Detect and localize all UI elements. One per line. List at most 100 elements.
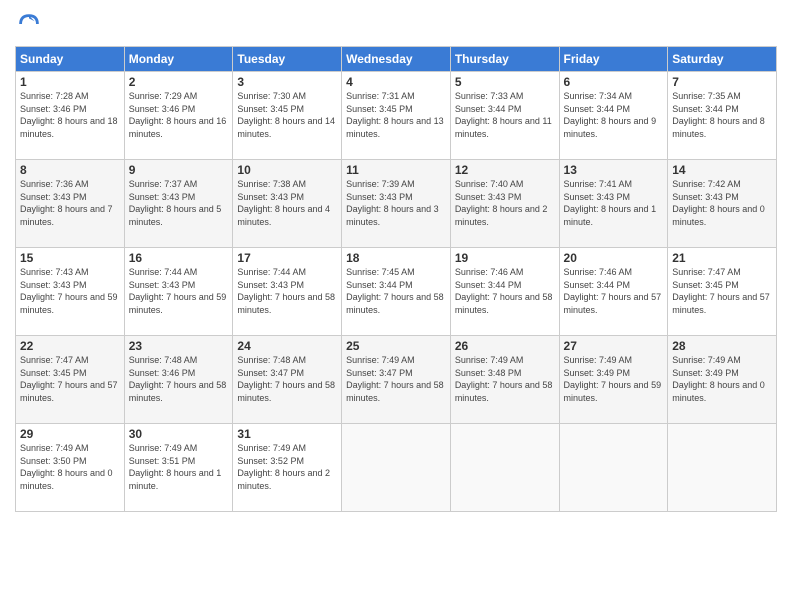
- weekday-row: SundayMondayTuesdayWednesdayThursdayFrid…: [16, 47, 777, 72]
- calendar-cell: 5Sunrise: 7:33 AMSunset: 3:44 PMDaylight…: [450, 72, 559, 160]
- day-number: 13: [564, 163, 664, 177]
- calendar-cell: 28Sunrise: 7:49 AMSunset: 3:49 PMDayligh…: [668, 336, 777, 424]
- day-number: 23: [129, 339, 229, 353]
- calendar-cell: 31Sunrise: 7:49 AMSunset: 3:52 PMDayligh…: [233, 424, 342, 512]
- calendar-cell: [668, 424, 777, 512]
- calendar-cell: 13Sunrise: 7:41 AMSunset: 3:43 PMDayligh…: [559, 160, 668, 248]
- day-info: Sunrise: 7:47 AMSunset: 3:45 PMDaylight:…: [672, 266, 772, 316]
- day-info: Sunrise: 7:46 AMSunset: 3:44 PMDaylight:…: [455, 266, 555, 316]
- day-info: Sunrise: 7:49 AMSunset: 3:50 PMDaylight:…: [20, 442, 120, 492]
- calendar-header: SundayMondayTuesdayWednesdayThursdayFrid…: [16, 47, 777, 72]
- day-number: 6: [564, 75, 664, 89]
- weekday-header: Wednesday: [342, 47, 451, 72]
- day-number: 20: [564, 251, 664, 265]
- day-number: 17: [237, 251, 337, 265]
- calendar-cell: 19Sunrise: 7:46 AMSunset: 3:44 PMDayligh…: [450, 248, 559, 336]
- calendar-cell: 12Sunrise: 7:40 AMSunset: 3:43 PMDayligh…: [450, 160, 559, 248]
- day-number: 5: [455, 75, 555, 89]
- calendar-cell: 9Sunrise: 7:37 AMSunset: 3:43 PMDaylight…: [124, 160, 233, 248]
- day-number: 22: [20, 339, 120, 353]
- page: SundayMondayTuesdayWednesdayThursdayFrid…: [0, 0, 792, 612]
- calendar-cell: 3Sunrise: 7:30 AMSunset: 3:45 PMDaylight…: [233, 72, 342, 160]
- day-info: Sunrise: 7:44 AMSunset: 3:43 PMDaylight:…: [129, 266, 229, 316]
- day-info: Sunrise: 7:49 AMSunset: 3:48 PMDaylight:…: [455, 354, 555, 404]
- logo-icon: [15, 10, 43, 38]
- day-info: Sunrise: 7:48 AMSunset: 3:46 PMDaylight:…: [129, 354, 229, 404]
- day-number: 27: [564, 339, 664, 353]
- calendar-body: 1Sunrise: 7:28 AMSunset: 3:46 PMDaylight…: [16, 72, 777, 512]
- day-info: Sunrise: 7:43 AMSunset: 3:43 PMDaylight:…: [20, 266, 120, 316]
- logo: [15, 10, 47, 38]
- weekday-header: Sunday: [16, 47, 125, 72]
- calendar-cell: 7Sunrise: 7:35 AMSunset: 3:44 PMDaylight…: [668, 72, 777, 160]
- day-number: 15: [20, 251, 120, 265]
- day-info: Sunrise: 7:33 AMSunset: 3:44 PMDaylight:…: [455, 90, 555, 140]
- day-info: Sunrise: 7:49 AMSunset: 3:51 PMDaylight:…: [129, 442, 229, 492]
- calendar-cell: 25Sunrise: 7:49 AMSunset: 3:47 PMDayligh…: [342, 336, 451, 424]
- day-info: Sunrise: 7:49 AMSunset: 3:49 PMDaylight:…: [564, 354, 664, 404]
- day-info: Sunrise: 7:38 AMSunset: 3:43 PMDaylight:…: [237, 178, 337, 228]
- day-number: 31: [237, 427, 337, 441]
- calendar-cell: 23Sunrise: 7:48 AMSunset: 3:46 PMDayligh…: [124, 336, 233, 424]
- calendar-week-row: 1Sunrise: 7:28 AMSunset: 3:46 PMDaylight…: [16, 72, 777, 160]
- calendar-cell: 15Sunrise: 7:43 AMSunset: 3:43 PMDayligh…: [16, 248, 125, 336]
- calendar-cell: 29Sunrise: 7:49 AMSunset: 3:50 PMDayligh…: [16, 424, 125, 512]
- day-info: Sunrise: 7:44 AMSunset: 3:43 PMDaylight:…: [237, 266, 337, 316]
- weekday-header: Friday: [559, 47, 668, 72]
- day-info: Sunrise: 7:49 AMSunset: 3:47 PMDaylight:…: [346, 354, 446, 404]
- weekday-header: Thursday: [450, 47, 559, 72]
- header: [15, 10, 777, 38]
- day-info: Sunrise: 7:29 AMSunset: 3:46 PMDaylight:…: [129, 90, 229, 140]
- calendar-cell: 8Sunrise: 7:36 AMSunset: 3:43 PMDaylight…: [16, 160, 125, 248]
- calendar-cell: 26Sunrise: 7:49 AMSunset: 3:48 PMDayligh…: [450, 336, 559, 424]
- calendar: SundayMondayTuesdayWednesdayThursdayFrid…: [15, 46, 777, 512]
- day-number: 11: [346, 163, 446, 177]
- day-number: 29: [20, 427, 120, 441]
- day-info: Sunrise: 7:45 AMSunset: 3:44 PMDaylight:…: [346, 266, 446, 316]
- weekday-header: Monday: [124, 47, 233, 72]
- day-number: 10: [237, 163, 337, 177]
- calendar-cell: 4Sunrise: 7:31 AMSunset: 3:45 PMDaylight…: [342, 72, 451, 160]
- weekday-header: Tuesday: [233, 47, 342, 72]
- day-number: 24: [237, 339, 337, 353]
- day-number: 18: [346, 251, 446, 265]
- calendar-cell: 6Sunrise: 7:34 AMSunset: 3:44 PMDaylight…: [559, 72, 668, 160]
- calendar-cell: 16Sunrise: 7:44 AMSunset: 3:43 PMDayligh…: [124, 248, 233, 336]
- calendar-week-row: 8Sunrise: 7:36 AMSunset: 3:43 PMDaylight…: [16, 160, 777, 248]
- day-info: Sunrise: 7:41 AMSunset: 3:43 PMDaylight:…: [564, 178, 664, 228]
- day-info: Sunrise: 7:49 AMSunset: 3:49 PMDaylight:…: [672, 354, 772, 404]
- day-info: Sunrise: 7:30 AMSunset: 3:45 PMDaylight:…: [237, 90, 337, 140]
- day-info: Sunrise: 7:37 AMSunset: 3:43 PMDaylight:…: [129, 178, 229, 228]
- calendar-cell: 11Sunrise: 7:39 AMSunset: 3:43 PMDayligh…: [342, 160, 451, 248]
- day-info: Sunrise: 7:49 AMSunset: 3:52 PMDaylight:…: [237, 442, 337, 492]
- calendar-cell: [342, 424, 451, 512]
- day-number: 26: [455, 339, 555, 353]
- calendar-week-row: 15Sunrise: 7:43 AMSunset: 3:43 PMDayligh…: [16, 248, 777, 336]
- calendar-cell: 2Sunrise: 7:29 AMSunset: 3:46 PMDaylight…: [124, 72, 233, 160]
- calendar-cell: [450, 424, 559, 512]
- day-info: Sunrise: 7:35 AMSunset: 3:44 PMDaylight:…: [672, 90, 772, 140]
- day-number: 25: [346, 339, 446, 353]
- day-info: Sunrise: 7:36 AMSunset: 3:43 PMDaylight:…: [20, 178, 120, 228]
- calendar-cell: 14Sunrise: 7:42 AMSunset: 3:43 PMDayligh…: [668, 160, 777, 248]
- calendar-cell: 22Sunrise: 7:47 AMSunset: 3:45 PMDayligh…: [16, 336, 125, 424]
- calendar-cell: 18Sunrise: 7:45 AMSunset: 3:44 PMDayligh…: [342, 248, 451, 336]
- day-number: 2: [129, 75, 229, 89]
- day-number: 9: [129, 163, 229, 177]
- calendar-cell: 21Sunrise: 7:47 AMSunset: 3:45 PMDayligh…: [668, 248, 777, 336]
- day-number: 30: [129, 427, 229, 441]
- day-number: 4: [346, 75, 446, 89]
- day-info: Sunrise: 7:48 AMSunset: 3:47 PMDaylight:…: [237, 354, 337, 404]
- calendar-cell: 20Sunrise: 7:46 AMSunset: 3:44 PMDayligh…: [559, 248, 668, 336]
- calendar-cell: 17Sunrise: 7:44 AMSunset: 3:43 PMDayligh…: [233, 248, 342, 336]
- day-number: 12: [455, 163, 555, 177]
- day-number: 3: [237, 75, 337, 89]
- day-info: Sunrise: 7:31 AMSunset: 3:45 PMDaylight:…: [346, 90, 446, 140]
- day-info: Sunrise: 7:42 AMSunset: 3:43 PMDaylight:…: [672, 178, 772, 228]
- day-number: 14: [672, 163, 772, 177]
- day-number: 1: [20, 75, 120, 89]
- day-info: Sunrise: 7:46 AMSunset: 3:44 PMDaylight:…: [564, 266, 664, 316]
- calendar-week-row: 29Sunrise: 7:49 AMSunset: 3:50 PMDayligh…: [16, 424, 777, 512]
- calendar-cell: [559, 424, 668, 512]
- day-info: Sunrise: 7:47 AMSunset: 3:45 PMDaylight:…: [20, 354, 120, 404]
